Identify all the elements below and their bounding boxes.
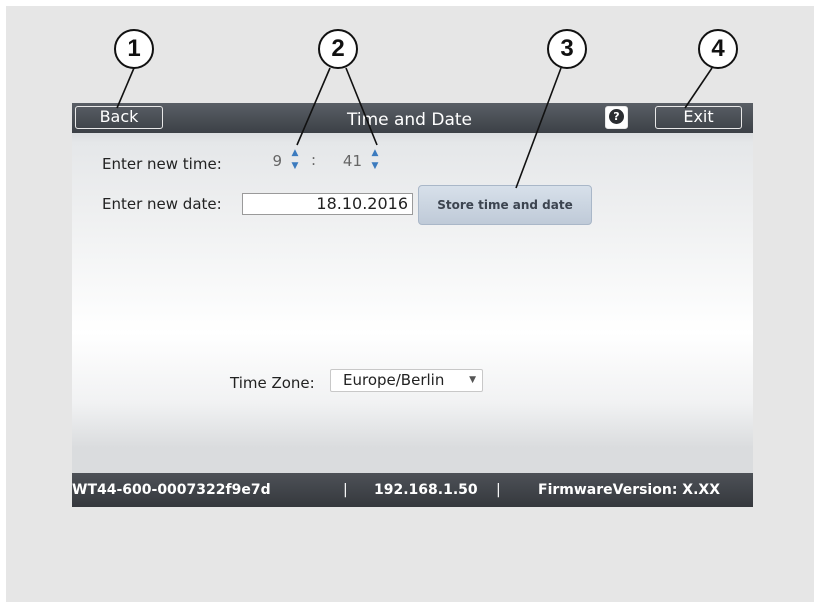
store-time-date-button[interactable]: Store time and date [418,185,592,225]
page-title: Time and Date [346,110,473,130]
minute-spin-arrows[interactable]: ▲ ▼ [370,147,380,175]
exit-button[interactable]: Exit [655,106,742,129]
timezone-select[interactable]: Europe/Berlin ▼ [330,369,483,392]
callout-2: 2 [318,29,358,69]
timezone-label: Time Zone: [230,374,315,392]
chevron-down-icon: ▼ [469,375,476,385]
callout-3: 3 [547,29,587,69]
minute-spinner[interactable]: 41 [323,149,368,173]
help-button[interactable]: ? [605,106,628,129]
date-label: Enter new date: [102,195,222,213]
time-label: Enter new time: [102,155,222,173]
title-bar: Back Time and Date ? Exit [72,103,753,133]
back-button[interactable]: Back [75,106,163,129]
device-screen: Back Time and Date ? Exit Enter new time… [72,103,753,507]
status-separator: | [343,482,348,498]
arrow-up-icon[interactable]: ▲ [290,147,300,160]
arrow-down-icon[interactable]: ▼ [370,160,380,173]
time-separator: : [311,151,317,169]
arrow-down-icon[interactable]: ▼ [290,160,300,173]
hour-spinner[interactable]: 9 [244,149,288,173]
date-input[interactable]: 18.10.2016 [242,193,413,215]
help-icon: ? [609,109,624,124]
callout-1: 1 [114,29,154,69]
firmware-version: FirmwareVersion: X.XX [538,482,720,498]
status-bar: WT44-600-0007322f9e7d | 192.168.1.50 | F… [72,473,753,507]
ip-address: 192.168.1.50 [374,482,478,498]
device-id: WT44-600-0007322f9e7d [72,482,271,498]
status-separator: | [496,482,501,498]
arrow-up-icon[interactable]: ▲ [370,147,380,160]
timezone-value: Europe/Berlin [343,371,445,389]
callout-4: 4 [698,29,738,69]
hour-spin-arrows[interactable]: ▲ ▼ [290,147,300,175]
